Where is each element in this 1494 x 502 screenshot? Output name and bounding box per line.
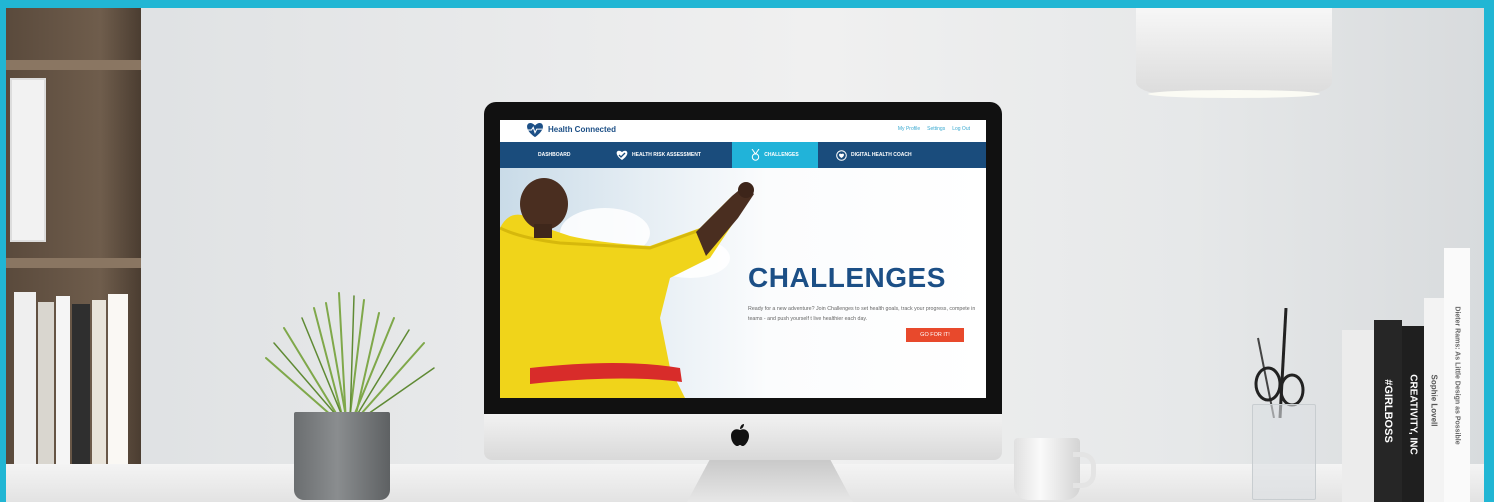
pendant-lamp [1136, 8, 1332, 98]
book [108, 294, 128, 472]
medal-icon [751, 149, 760, 161]
picture-frame [10, 78, 46, 242]
pencil-cup [1252, 404, 1316, 500]
heart-check-icon [616, 150, 628, 160]
hero-description: Ready for a new adventure? Join Challeng… [748, 306, 976, 322]
main-nav: DASHBOARD HEALTH RISK ASSESSMENT CHALLEN… [500, 142, 986, 168]
book-spine: Sophie Lovell [1424, 298, 1444, 502]
runner-photo [500, 178, 754, 398]
monitor-bezel: Health Connected My Profile Settings Log… [484, 102, 1002, 414]
website-screen: Health Connected My Profile Settings Log… [500, 120, 986, 398]
book [92, 300, 106, 472]
book [56, 296, 70, 472]
heart-badge-icon [836, 149, 847, 161]
nav-label: DIGITAL HEALTH COACH [851, 152, 912, 158]
account-links: My Profile Settings Log Out [898, 126, 970, 132]
log-out-link[interactable]: Log Out [952, 126, 970, 132]
book-title: Dieter Rams: As Little Design as Possibl… [1453, 305, 1461, 445]
book-spine: CREATIVITY, INC [1402, 326, 1424, 502]
shelf-board [6, 258, 141, 268]
coffee-mug [1014, 438, 1096, 500]
book [14, 292, 36, 472]
heart-logo-icon[interactable] [526, 122, 544, 138]
brand-name[interactable]: Health Connected [548, 125, 616, 134]
book-title: #GIRLBOSS [1382, 379, 1395, 443]
book-title: CREATIVITY, INC [1407, 373, 1419, 455]
nav-label: HEALTH RISK ASSESSMENT [632, 152, 701, 158]
bookshelf [6, 8, 141, 502]
shelf-board [6, 60, 141, 70]
nav-health-risk-assessment[interactable]: HEALTH RISK ASSESSMENT [616, 142, 701, 168]
book-spine: Dieter Rams: As Little Design as Possibl… [1444, 248, 1470, 502]
monitor-chin [484, 414, 1002, 460]
go-for-it-button[interactable]: GO FOR IT! [906, 328, 964, 342]
settings-link[interactable]: Settings [927, 126, 945, 132]
book-title: Sophie Lovell [1429, 373, 1439, 427]
hero-title: CHALLENGES [748, 262, 946, 293]
plant-leaves [265, 292, 435, 424]
nav-digital-health-coach[interactable]: DIGITAL HEALTH COACH [836, 142, 912, 168]
nav-dashboard[interactable]: DASHBOARD [538, 142, 571, 168]
plant-pot [294, 412, 390, 500]
book [1342, 330, 1374, 502]
my-profile-link[interactable]: My Profile [898, 126, 920, 132]
nav-challenges[interactable]: CHALLENGES [732, 142, 818, 168]
book-spine: #GIRLBOSS [1374, 320, 1402, 502]
nav-label: DASHBOARD [538, 152, 571, 158]
monitor-stand [686, 460, 854, 502]
hero-banner: CHALLENGES Ready for a new adventure? Jo… [500, 168, 986, 398]
site-header: Health Connected My Profile Settings Log… [500, 120, 986, 143]
apple-logo-icon [731, 424, 749, 446]
book [72, 304, 90, 472]
nav-label: CHALLENGES [764, 152, 799, 158]
imac-monitor: Health Connected My Profile Settings Log… [484, 102, 1002, 460]
scissors-and-pens [1254, 308, 1305, 418]
photo-scene: #GIRLBOSS CREATIVITY, INC Sophie Lovell … [6, 8, 1484, 502]
book [38, 302, 54, 472]
